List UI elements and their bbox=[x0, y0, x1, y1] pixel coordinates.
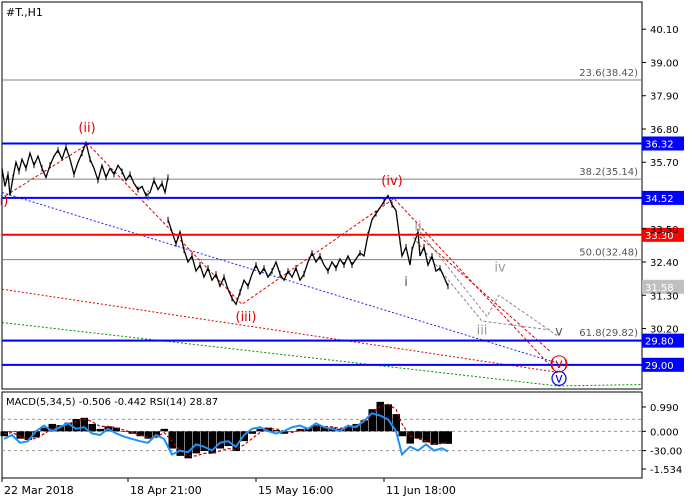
y-tick-label: 30.20 bbox=[650, 325, 679, 336]
level-label: 29.80 bbox=[645, 337, 674, 348]
y-tick-label: 35.70 bbox=[650, 158, 679, 169]
x-tick-label: 22 Mar 2018 bbox=[4, 484, 74, 497]
wave-label: i bbox=[404, 275, 408, 290]
fibo-label: 38.2(35.14) bbox=[579, 167, 638, 178]
indicator-header: MACD(5,34,5) -0.506 -0.442 RSI(14) 28.87 bbox=[6, 397, 218, 408]
wave-label: (iii) bbox=[236, 310, 257, 325]
macd-bar bbox=[160, 428, 168, 432]
level-label: 34.52 bbox=[645, 194, 674, 205]
x-tick-label: 11 Jun 18:00 bbox=[386, 484, 456, 497]
y-tick-label: 37.90 bbox=[650, 92, 679, 103]
y-tick-label: 40.10 bbox=[650, 25, 679, 36]
x-tick-label: 18 Apr 21:00 bbox=[130, 484, 202, 497]
fibo-label: 61.8(29.82) bbox=[579, 328, 638, 339]
y-tick-label: 36.80 bbox=[650, 125, 679, 136]
fibo-label: 50.0(32.48) bbox=[579, 248, 638, 259]
macd-bar bbox=[288, 431, 296, 432]
macd-bar bbox=[430, 431, 438, 445]
macd-bar bbox=[8, 431, 16, 432]
level-label: 36.32 bbox=[645, 139, 674, 150]
wave-label: iii bbox=[477, 324, 488, 339]
wave-label: iv bbox=[494, 261, 506, 276]
macd-bar bbox=[444, 431, 452, 444]
x-tick-label: 15 May 16:00 bbox=[258, 484, 333, 497]
macd-bar bbox=[88, 423, 96, 432]
chart-window: #T.,H1 23.6(38.42) 38.2(35.14) 50.0(32.48)… bbox=[0, 0, 700, 500]
wave-label: i bbox=[146, 190, 150, 205]
wave-label: ii bbox=[414, 219, 421, 234]
indicator-tick-label: 0.990 bbox=[650, 403, 679, 414]
macd-bar bbox=[168, 431, 176, 449]
wave-label: v bbox=[555, 371, 563, 386]
macd-bar bbox=[96, 428, 104, 432]
wave-label: (iv) bbox=[381, 174, 402, 189]
y-tick-label: 33.50 bbox=[650, 225, 679, 236]
indicator-tick-label: -1.534 bbox=[650, 465, 682, 476]
wave-label: i) bbox=[0, 194, 8, 209]
wave-label: (ii) bbox=[78, 121, 95, 136]
y-tick-label: 31.30 bbox=[650, 291, 679, 302]
y-tick-label: 39.00 bbox=[650, 58, 679, 69]
macd-bar bbox=[398, 431, 406, 437]
indicator-tick-label: 0.000 bbox=[650, 427, 679, 438]
wave-label: v bbox=[555, 324, 563, 339]
fibo-label: 23.6(38.42) bbox=[579, 68, 638, 79]
macd-bar bbox=[192, 431, 200, 454]
symbol-label: #T.,H1 bbox=[6, 6, 43, 19]
y-tick-label: 32.40 bbox=[650, 258, 679, 269]
level-label: 29.00 bbox=[645, 361, 674, 372]
indicator-tick-label: -30.00 bbox=[650, 447, 682, 458]
